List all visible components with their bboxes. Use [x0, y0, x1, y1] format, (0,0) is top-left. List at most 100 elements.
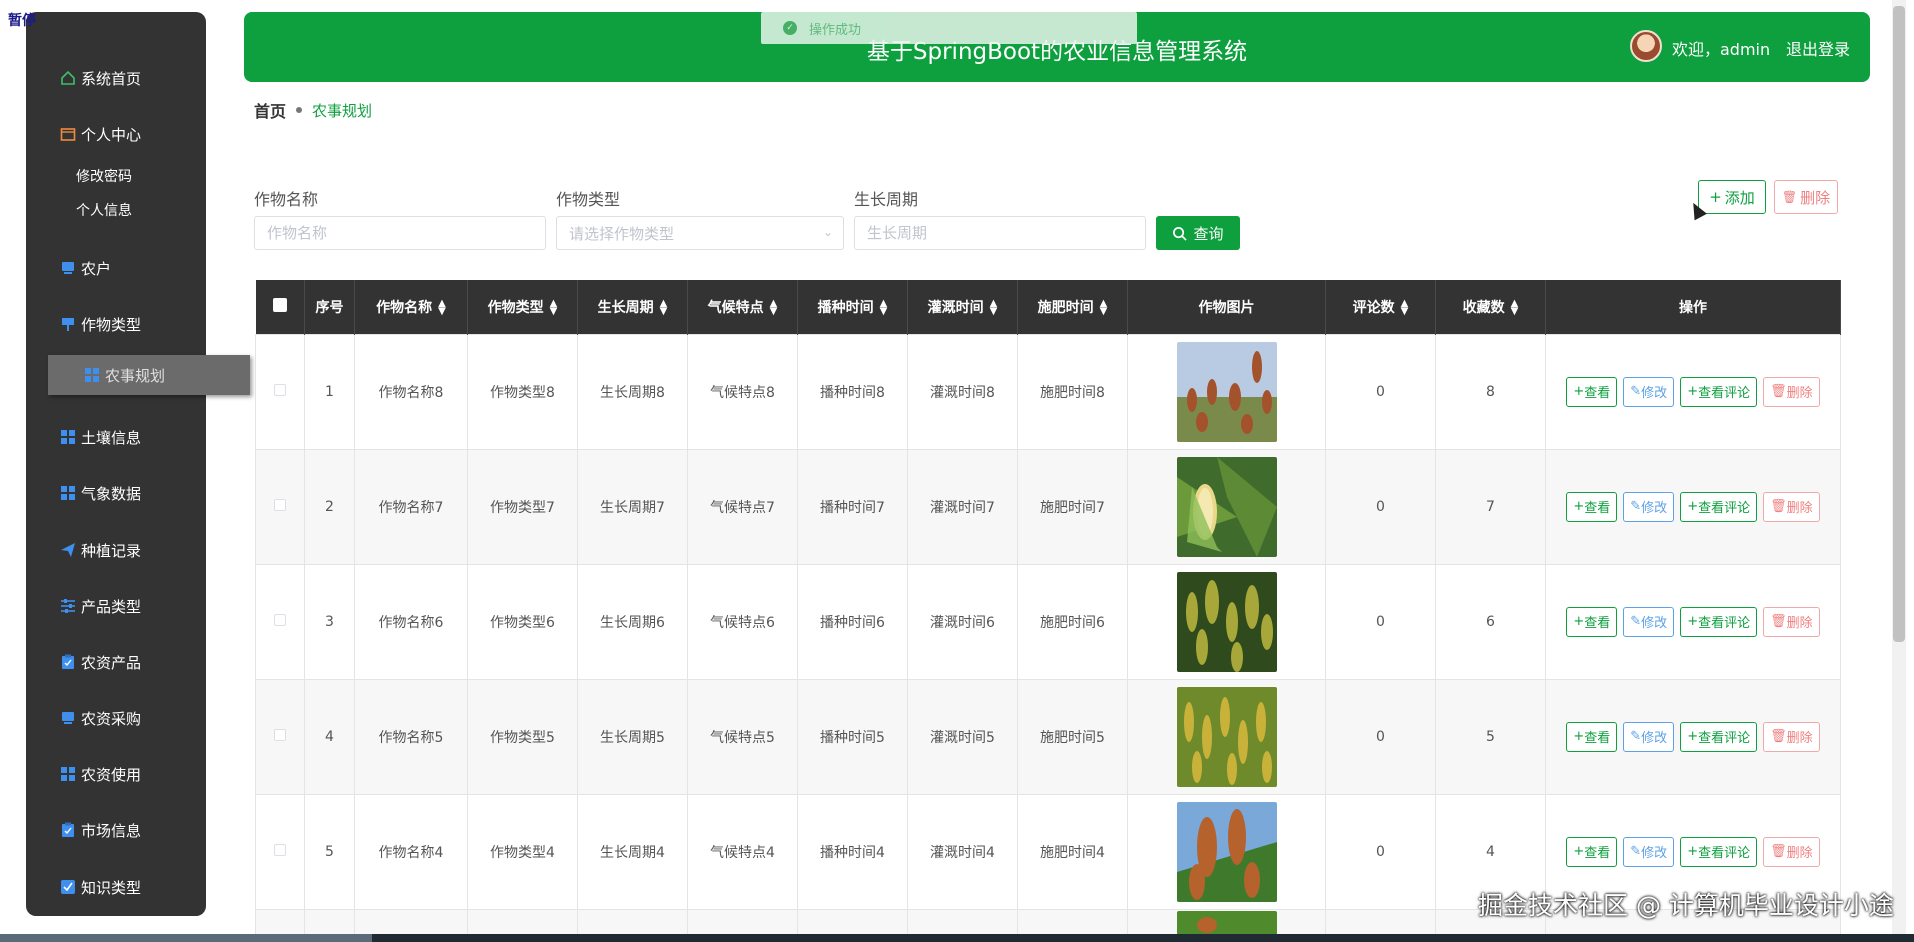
breadcrumb-separator: [296, 107, 303, 113]
sort-icon[interactable]: ▲ ▼: [550, 298, 558, 316]
sidebar-item-weather-data[interactable]: 气象数据: [26, 473, 206, 513]
select-all-header[interactable]: [255, 280, 305, 334]
sidebar-item-farm-planning[interactable]: 农事规划: [48, 355, 250, 395]
view-comments-button[interactable]: + 查看评论: [1680, 721, 1758, 752]
row-checkbox-cell[interactable]: [255, 793, 305, 910]
cell-crop-type: 作物类型8: [467, 333, 578, 450]
view-button[interactable]: + 查看: [1566, 491, 1618, 522]
sidebar-item-market-info[interactable]: 市场信息: [26, 810, 206, 850]
edit-button[interactable]: ✎ 修改: [1623, 491, 1675, 522]
row-checkbox-cell[interactable]: [255, 678, 305, 795]
sort-icon[interactable]: ▲ ▼: [880, 298, 888, 316]
corn-ear-photo[interactable]: [1176, 456, 1277, 557]
crop-type-select[interactable]: 请选择作物类型 ⌄: [556, 216, 844, 250]
sidebar-item-product-type[interactable]: 产品类型: [26, 586, 206, 626]
sort-icon[interactable]: ▲ ▼: [660, 298, 668, 316]
sidebar-item-agri-products[interactable]: 农资产品: [26, 642, 206, 682]
query-button[interactable]: 查询: [1156, 216, 1240, 250]
sort-icon[interactable]: ▲ ▼: [990, 298, 998, 316]
delete-button[interactable]: 🗑 删除: [1763, 491, 1820, 522]
select-all-checkbox[interactable]: [272, 297, 287, 312]
sidebar-item-soil-info[interactable]: 土壤信息: [26, 417, 206, 457]
edit-button[interactable]: ✎ 修改: [1623, 606, 1675, 637]
sidebar-item-label: 农资使用: [81, 765, 142, 784]
sidebar-item-planting-record[interactable]: 种植记录: [26, 530, 206, 570]
delete-button[interactable]: 🗑 删除: [1763, 376, 1820, 407]
scrollbar-thumb[interactable]: [1893, 6, 1905, 642]
edit-button[interactable]: ✎ 修改: [1623, 376, 1675, 407]
row-checkbox[interactable]: [274, 728, 286, 741]
row-checkbox[interactable]: [274, 843, 286, 856]
cell-crop-image: [1127, 563, 1326, 680]
sorghum-closeup-photo[interactable]: [1176, 801, 1277, 902]
breadcrumb-home[interactable]: 首页: [254, 98, 286, 122]
header-crop-type[interactable]: 作物类型 ▲ ▼: [467, 280, 578, 334]
sidebar-item-label: 市场信息: [81, 821, 142, 840]
view-button[interactable]: + 查看: [1566, 836, 1618, 867]
row-checkbox-cell[interactable]: [255, 448, 305, 565]
edit-button[interactable]: ✎ 修改: [1623, 721, 1675, 752]
cell-growth-cycle: 生长周期5: [577, 678, 688, 795]
sort-icon[interactable]: ▲ ▼: [1401, 298, 1409, 316]
row-checkbox[interactable]: [274, 613, 286, 626]
sidebar-item-agri-purchase[interactable]: 农资采购: [26, 698, 206, 738]
sorghum-field-photo[interactable]: [1176, 341, 1277, 442]
rice-field-photo[interactable]: [1176, 686, 1277, 787]
header-irrigate-time[interactable]: 灌溉时间 ▲ ▼: [907, 280, 1018, 334]
header-comments[interactable]: 评论数 ▲ ▼: [1325, 280, 1436, 334]
view-button[interactable]: + 查看: [1566, 376, 1618, 407]
sort-icon[interactable]: ▲ ▼: [1100, 298, 1108, 316]
sidebar-item-knowledge-type[interactable]: 知识类型: [26, 867, 206, 907]
sign-icon: [60, 316, 76, 332]
delete-button[interactable]: 🗑 删除: [1763, 721, 1820, 752]
monitor-icon: [60, 260, 76, 276]
row-checkbox-cell[interactable]: [255, 333, 305, 450]
crop-name-field[interactable]: [254, 216, 546, 250]
sidebar-item-home[interactable]: 系统首页: [26, 58, 206, 98]
header-growth-cycle[interactable]: 生长周期 ▲ ▼: [577, 280, 688, 334]
view-button[interactable]: + 查看: [1566, 721, 1618, 752]
sidebar-item-agri-usage[interactable]: 农资使用: [26, 754, 206, 794]
sidebar-item-profile[interactable]: 个人中心: [26, 114, 206, 154]
view-comments-button[interactable]: + 查看评论: [1680, 606, 1758, 637]
logout-link[interactable]: 退出登录: [1786, 36, 1850, 60]
header-crop-name[interactable]: 作物名称 ▲ ▼: [354, 280, 468, 334]
sidebar-item-label: 农资采购: [81, 709, 142, 728]
delete-button[interactable]: 🗑 删除: [1763, 836, 1820, 867]
sort-icon[interactable]: ▲ ▼: [1511, 298, 1519, 316]
header-climate[interactable]: 气候特点 ▲ ▼: [687, 280, 798, 334]
sidebar-item-crop-type[interactable]: 作物类型: [26, 304, 206, 344]
growth-cycle-field[interactable]: [854, 216, 1146, 250]
header-sow-time[interactable]: 播种时间 ▲ ▼: [797, 280, 908, 334]
row-checkbox[interactable]: [274, 498, 286, 511]
trash-icon: 🗑: [1781, 190, 1798, 204]
add-button[interactable]: + 添加: [1698, 180, 1766, 214]
sidebar-subitem-personal-info[interactable]: 个人信息: [76, 200, 132, 220]
batch-delete-button[interactable]: 🗑 删除: [1774, 180, 1838, 214]
crop-photo-partial[interactable]: [1176, 911, 1277, 936]
cell-index: 1: [304, 333, 355, 450]
view-button[interactable]: + 查看: [1566, 606, 1618, 637]
row-checkbox[interactable]: [274, 383, 286, 396]
sort-icon[interactable]: ▲ ▼: [438, 298, 446, 316]
avatar[interactable]: [1630, 30, 1662, 62]
header-fertilize-time[interactable]: 施肥时间 ▲ ▼: [1017, 280, 1128, 334]
sort-icon[interactable]: ▲ ▼: [770, 298, 778, 316]
sidebar-subitem-change-password[interactable]: 修改密码: [76, 166, 132, 186]
crop-name-input[interactable]: [267, 224, 545, 242]
video-progress-bar[interactable]: [0, 934, 372, 942]
edit-button[interactable]: ✎ 修改: [1623, 836, 1675, 867]
cell-fertilize-time: 施肥时间5: [1017, 678, 1128, 795]
row-checkbox-cell[interactable]: [255, 563, 305, 680]
view-comments-button[interactable]: + 查看评论: [1680, 376, 1758, 407]
cell-index: 3: [304, 563, 355, 680]
delete-button[interactable]: 🗑 删除: [1763, 606, 1820, 637]
sidebar-item-label: 产品类型: [81, 597, 142, 616]
growth-cycle-input[interactable]: [867, 224, 1145, 242]
cell-irrigate-time: 灌溉时间5: [907, 678, 1018, 795]
sidebar-item-farmer[interactable]: 农户: [26, 248, 206, 288]
view-comments-button[interactable]: + 查看评论: [1680, 491, 1758, 522]
view-comments-button[interactable]: + 查看评论: [1680, 836, 1758, 867]
header-favorites[interactable]: 收藏数 ▲ ▼: [1435, 280, 1546, 334]
millet-photo[interactable]: [1176, 571, 1277, 672]
